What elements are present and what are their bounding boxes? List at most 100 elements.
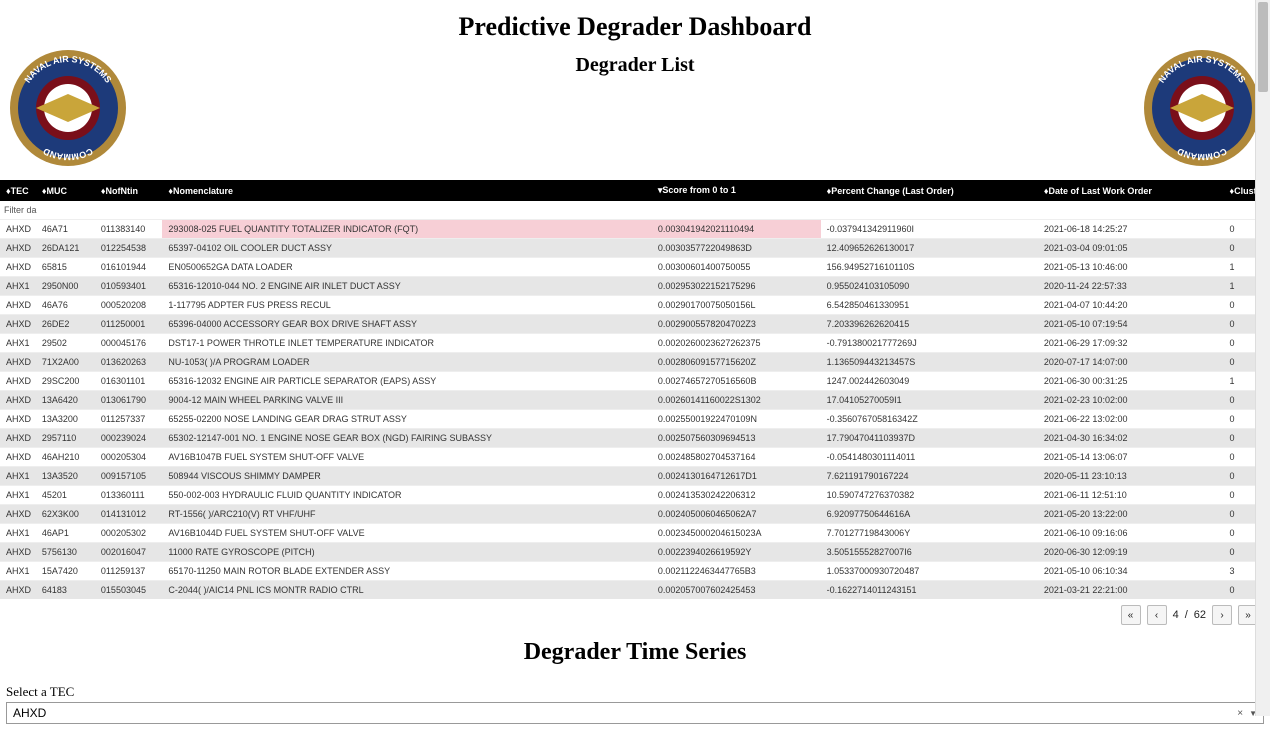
table-row[interactable]: AHX145201013360111550-002-003 HYDRAULIC … xyxy=(0,486,1270,505)
cell-muc: 5756130 xyxy=(36,543,95,562)
cell-nofntin: 000239024 xyxy=(95,429,163,448)
cell-nomenclature: C-2044( )/AIC14 PNL ICS MONTR RADIO CTRL xyxy=(162,581,651,600)
table-row[interactable]: AHX12950N0001059340165316-12010-044 NO. … xyxy=(0,277,1270,296)
table-row[interactable]: AHXD71X2A00013620263NU-1053( )/A PROGRAM… xyxy=(0,353,1270,372)
vertical-scrollbar[interactable] xyxy=(1255,0,1270,716)
cell-nomenclature: RT-1556( )/ARC210(V) RT VHF/UHF xyxy=(162,505,651,524)
cell-nomenclature: 65302-12147-001 NO. 1 ENGINE NOSE GEAR B… xyxy=(162,429,651,448)
cell-nofntin: 012254538 xyxy=(95,239,163,258)
table-row[interactable]: AHXD13A64200130617909004-12 MAIN WHEEL P… xyxy=(0,391,1270,410)
col-pct-change[interactable]: ♦Percent Change (Last Order) xyxy=(821,180,1038,201)
table-row[interactable]: AHX146AP1000205302AV16B1044D FUEL SYSTEM… xyxy=(0,524,1270,543)
col-last-date[interactable]: ♦Date of Last Work Order xyxy=(1038,180,1224,201)
cell-last-date: 2021-03-21 22:21:00 xyxy=(1038,581,1224,600)
cell-nofntin: 000520208 xyxy=(95,296,163,315)
table-row[interactable]: AHXD46A760005202081-117795 ADPTER FUS PR… xyxy=(0,296,1270,315)
cell-score: 0.0022394026619592Y xyxy=(652,543,821,562)
cell-tec: AHXD xyxy=(0,391,36,410)
table-row[interactable]: AHXD26DA12101225453865397-04102 OIL COOL… xyxy=(0,239,1270,258)
col-score[interactable]: ▾Score from 0 to 1 xyxy=(652,180,821,201)
cell-score: 0.002345000204615023A xyxy=(652,524,821,543)
cell-tec: AHX1 xyxy=(0,486,36,505)
table-row[interactable]: AHXD46A71011383140293008-025 FUEL QUANTI… xyxy=(0,220,1270,239)
cell-last-date: 2021-04-07 10:44:20 xyxy=(1038,296,1224,315)
cell-pct-change: 17.79047041103937D xyxy=(821,429,1038,448)
cell-nomenclature: 65316-12010-044 NO. 2 ENGINE AIR INLET D… xyxy=(162,277,651,296)
table-row[interactable]: AHXD295711000023902465302-12147-001 NO. … xyxy=(0,429,1270,448)
cell-nomenclature: AV16B1044D FUEL SYSTEM SHUT-OFF VALVE xyxy=(162,524,651,543)
cell-score: 0.002057007602425453 xyxy=(652,581,821,600)
col-muc[interactable]: ♦MUC xyxy=(36,180,95,201)
cell-score: 0.002485802704537164 xyxy=(652,448,821,467)
cell-muc: 26DE2 xyxy=(36,315,95,334)
page-sep: / xyxy=(1185,609,1188,621)
col-nofntin[interactable]: ♦NofNtin xyxy=(95,180,163,201)
cell-pct-change: 0.955024103105090 xyxy=(821,277,1038,296)
filter-input[interactable]: Filter da xyxy=(0,201,1270,220)
cell-pct-change: -0.1622714011243151 xyxy=(821,581,1038,600)
tec-select-label: Select a TEC xyxy=(6,684,1270,700)
table-row[interactable]: AHXD26DE201125000165396-04000 ACCESSORY … xyxy=(0,315,1270,334)
table-row[interactable]: AHXD65815016101944EN0500652GA DATA LOADE… xyxy=(0,258,1270,277)
page-title: Predictive Degrader Dashboard xyxy=(0,12,1270,42)
cell-nofntin: 016301101 xyxy=(95,372,163,391)
cell-last-date: 2021-05-14 13:06:07 xyxy=(1038,448,1224,467)
degrader-table: ♦TEC ♦MUC ♦NofNtin ♦Nomenclature ▾Score … xyxy=(0,180,1270,599)
table-row[interactable]: AHXD62X3K00014131012RT-1556( )/ARC210(V)… xyxy=(0,505,1270,524)
cell-muc: 15A7420 xyxy=(36,562,95,581)
page-first-button[interactable]: « xyxy=(1121,605,1141,625)
cell-score: 0.00290170075050156L xyxy=(652,296,821,315)
cell-nofntin: 000205304 xyxy=(95,448,163,467)
cell-nofntin: 002016047 xyxy=(95,543,163,562)
cell-tec: AHXD xyxy=(0,429,36,448)
cell-tec: AHXD xyxy=(0,505,36,524)
cell-score: 0.00255001922470109N xyxy=(652,410,821,429)
tec-select-value: AHXD xyxy=(13,706,46,720)
cell-muc: 13A6420 xyxy=(36,391,95,410)
cell-nofntin: 000045176 xyxy=(95,334,163,353)
cell-tec: AHXD xyxy=(0,353,36,372)
scrollbar-thumb[interactable] xyxy=(1258,2,1268,92)
cell-tec: AHXD xyxy=(0,220,36,239)
cell-nomenclature: AV16B1047B FUEL SYSTEM SHUT-OFF VALVE xyxy=(162,448,651,467)
cell-tec: AHX1 xyxy=(0,467,36,486)
cell-last-date: 2021-05-20 13:22:00 xyxy=(1038,505,1224,524)
table-row[interactable]: AHXD13A320001125733765255-02200 NOSE LAN… xyxy=(0,410,1270,429)
cell-last-date: 2021-05-13 10:46:00 xyxy=(1038,258,1224,277)
tec-select[interactable]: AHXD × ▼ xyxy=(6,702,1264,724)
cell-nomenclature: 65170-11250 MAIN ROTOR BLADE EXTENDER AS… xyxy=(162,562,651,581)
table-row[interactable]: AHXD46AH210000205304AV16B1047B FUEL SYST… xyxy=(0,448,1270,467)
cell-muc: 26DA121 xyxy=(36,239,95,258)
cell-nomenclature: EN0500652GA DATA LOADER xyxy=(162,258,651,277)
cell-last-date: 2020-05-11 23:10:13 xyxy=(1038,467,1224,486)
cell-pct-change: -0.037941342911960I xyxy=(821,220,1038,239)
cell-tec: AHX1 xyxy=(0,277,36,296)
col-tec[interactable]: ♦TEC xyxy=(0,180,36,201)
page-current: 4 xyxy=(1173,609,1179,621)
cell-tec: AHXD xyxy=(0,315,36,334)
cell-muc: 45201 xyxy=(36,486,95,505)
navair-seal-left: NAVAL AIR SYSTEMS COMMAND xyxy=(8,48,128,168)
table-row[interactable]: AHXD29SC20001630110165316-12032 ENGINE A… xyxy=(0,372,1270,391)
cell-last-date: 2021-06-10 09:16:06 xyxy=(1038,524,1224,543)
timeseries-heading: Degrader Time Series xyxy=(0,639,1270,666)
cell-pct-change: -0.0541480301114011 xyxy=(821,448,1038,467)
table-row[interactable]: AHX113A3520009157105508944 VISCOUS SHIMM… xyxy=(0,467,1270,486)
cell-nomenclature: 65397-04102 OIL COOLER DUCT ASSY xyxy=(162,239,651,258)
cell-score: 0.00300601400750055 xyxy=(652,258,821,277)
tec-select-clear-icon[interactable]: × xyxy=(1237,708,1243,719)
table-row[interactable]: AHXD64183015503045C-2044( )/AIC14 PNL IC… xyxy=(0,581,1270,600)
table-row[interactable]: AHX129502000045176DST17-1 POWER THROTLE … xyxy=(0,334,1270,353)
cell-nomenclature: 508944 VISCOUS SHIMMY DAMPER xyxy=(162,467,651,486)
cell-score: 0.0024130164712617D1 xyxy=(652,467,821,486)
col-nomenclature[interactable]: ♦Nomenclature xyxy=(162,180,651,201)
cell-nofntin: 013061790 xyxy=(95,391,163,410)
page-next-button[interactable]: › xyxy=(1212,605,1232,625)
cell-last-date: 2021-04-30 16:34:02 xyxy=(1038,429,1224,448)
cell-pct-change: 6.542850461330951 xyxy=(821,296,1038,315)
cell-score: 0.00274657270516560B xyxy=(652,372,821,391)
cell-tec: AHX1 xyxy=(0,524,36,543)
table-row[interactable]: AHXD575613000201604711000 RATE GYROSCOPE… xyxy=(0,543,1270,562)
page-prev-button[interactable]: ‹ xyxy=(1147,605,1167,625)
table-row[interactable]: AHX115A742001125913765170-11250 MAIN ROT… xyxy=(0,562,1270,581)
